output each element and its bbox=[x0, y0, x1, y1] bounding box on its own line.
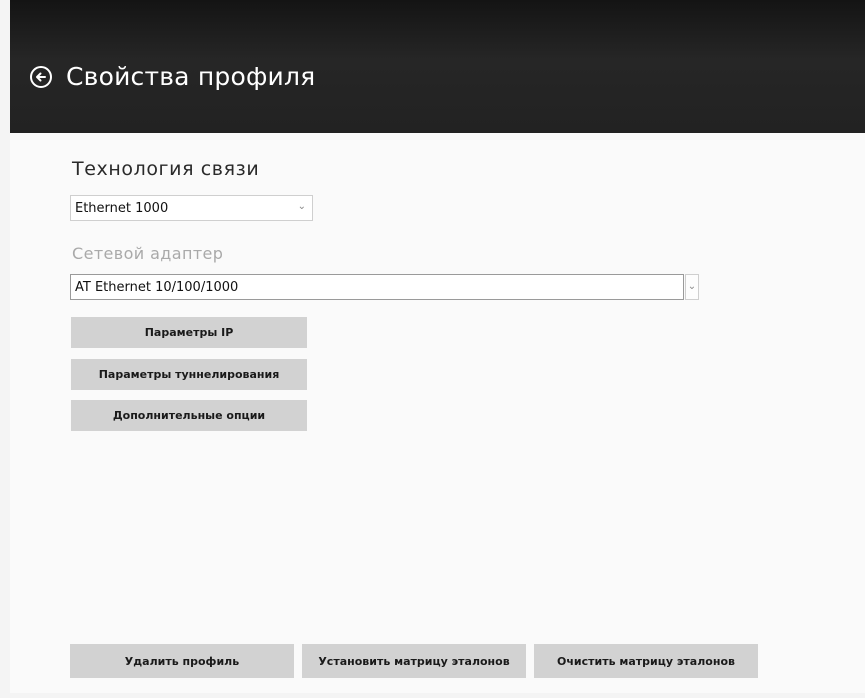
tunnel-params-button[interactable]: Параметры туннелирования bbox=[71, 359, 307, 390]
chevron-down-icon: ⌄ bbox=[297, 201, 306, 212]
delete-profile-button[interactable]: Удалить профиль bbox=[70, 644, 294, 678]
back-arrow-circle-icon[interactable] bbox=[30, 66, 52, 88]
technology-label: Технология связи bbox=[72, 158, 260, 180]
technology-value: Ethernet 1000 bbox=[75, 201, 169, 216]
set-matrix-button[interactable]: Установить матрицу эталонов bbox=[302, 644, 526, 678]
technology-select[interactable]: Ethernet 1000 ⌄ bbox=[70, 195, 313, 221]
adapter-label: Сетевой адаптер bbox=[72, 244, 224, 263]
adapter-select[interactable]: AT Ethernet 10/100/1000 ⌄ bbox=[70, 274, 699, 300]
chevron-down-icon[interactable]: ⌄ bbox=[685, 274, 699, 300]
clear-matrix-button[interactable]: Очистить матрицу эталонов bbox=[534, 644, 758, 678]
adapter-value: AT Ethernet 10/100/1000 bbox=[75, 280, 239, 295]
page-title: Свойства профиля bbox=[66, 62, 316, 91]
back-arrow-glyph bbox=[36, 72, 46, 82]
ip-params-button[interactable]: Параметры IP bbox=[71, 317, 307, 348]
extra-options-button[interactable]: Дополнительные опции bbox=[71, 400, 307, 431]
